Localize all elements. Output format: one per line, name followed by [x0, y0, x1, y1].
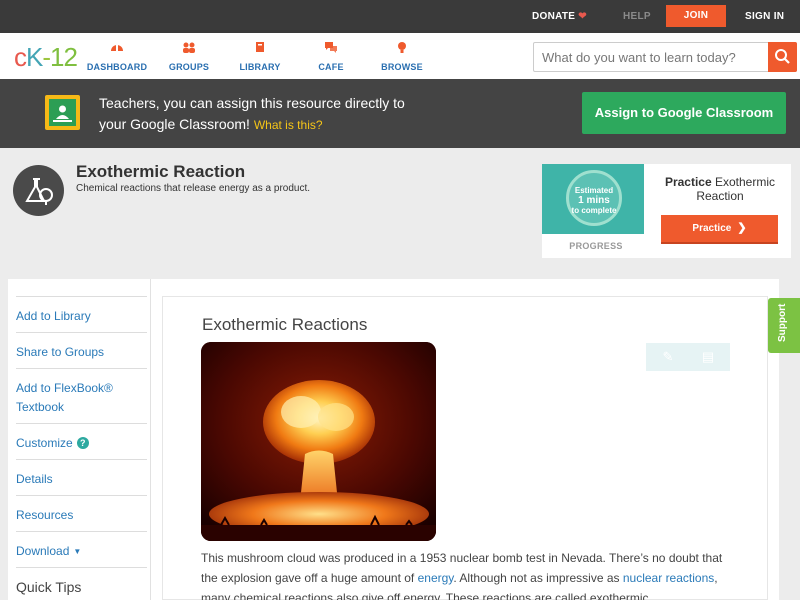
- sidebar-add-to-flexbook[interactable]: Add to FlexBook® Textbook: [16, 368, 147, 417]
- banner-text: Teachers, you can assign this resource d…: [99, 93, 459, 136]
- nav-dashboard-label: DASHBOARD: [86, 62, 148, 72]
- search-button[interactable]: [768, 42, 797, 72]
- practice-title: Practice Exothermic Reaction: [656, 175, 784, 203]
- practice-button-label: Practice: [692, 223, 732, 234]
- customize-label: Customize: [16, 436, 73, 450]
- annotation-toolbar: ✎ ▤: [646, 343, 730, 371]
- time-estimate-badge: Estimated 1 mins to complete: [566, 170, 622, 226]
- ck12-logo[interactable]: cK-12: [14, 42, 78, 73]
- reactions-link[interactable]: reactions: [666, 571, 715, 585]
- sidebar-share-to-groups[interactable]: Share to Groups: [16, 332, 147, 362]
- search-icon: [775, 49, 790, 64]
- logo-12: 12: [50, 42, 78, 72]
- estimate-label: Estimated: [574, 186, 614, 195]
- banner-line-2: your Google Classroom!: [99, 116, 250, 132]
- nav-dashboard[interactable]: DASHBOARD: [82, 41, 152, 75]
- donate-label: DONATE: [532, 11, 576, 22]
- logo-c: c: [14, 42, 27, 72]
- article-title: Exothermic Reactions: [202, 315, 368, 334]
- sidebar-customize[interactable]: Customize?: [16, 423, 147, 453]
- flexbook-label-1: Add to FlexBook®: [16, 381, 113, 395]
- concept-subtitle: Chemical reactions that release energy a…: [76, 183, 311, 194]
- sidebar-details[interactable]: Details: [16, 459, 147, 489]
- body-text-1: This mushroom cloud was produced in a 19…: [201, 551, 699, 565]
- nav-groups[interactable]: GROUPS: [154, 41, 224, 75]
- practice-card: Estimated 1 mins to complete PROGRESS Pr…: [542, 164, 791, 258]
- nav-browse[interactable]: BROWSE: [367, 41, 437, 75]
- practice-thumbnail: Estimated 1 mins to complete: [542, 164, 644, 234]
- nav-library[interactable]: LIBRARY: [225, 41, 295, 75]
- body-text-3: . Although not as impressive as: [453, 571, 623, 585]
- download-label: Download: [16, 544, 70, 558]
- practice-button[interactable]: Practice ❯: [661, 215, 778, 244]
- top-bar: DONATE ❤ HELP JOIN SIGN IN: [0, 0, 800, 33]
- progress-label: PROGRESS: [569, 241, 623, 251]
- dashboard-icon: [111, 45, 123, 51]
- nav-library-label: LIBRARY: [239, 62, 281, 72]
- nav-browse-label: BROWSE: [381, 62, 423, 72]
- google-classroom-icon: [45, 95, 80, 130]
- nav-cafe-label: CAFE: [318, 62, 344, 72]
- flexbook-label-2: Textbook: [16, 400, 65, 414]
- assign-to-google-classroom-button[interactable]: Assign to Google Classroom: [582, 92, 786, 134]
- sidebar-quick-tips[interactable]: Quick Tips: [16, 567, 147, 597]
- chevron-right-icon: ❯: [737, 222, 747, 234]
- nuclear-link[interactable]: nuclear: [623, 571, 662, 585]
- sidebar: Add to Library Share to Groups Add to Fl…: [8, 279, 151, 600]
- chemistry-icon: [13, 165, 64, 216]
- main-nav: cK-12 DASHBOARD GROUPS LIBRARY CAFE BROW…: [0, 33, 800, 79]
- donate-link[interactable]: DONATE ❤: [532, 11, 587, 22]
- search-box: [533, 42, 797, 72]
- sidebar-download[interactable]: Download ▼: [16, 531, 147, 561]
- practice-title-bold: Practice: [664, 175, 712, 189]
- concept-title: Exothermic Reaction: [76, 162, 246, 181]
- join-button[interactable]: JOIN: [666, 5, 726, 27]
- what-is-this-link[interactable]: What is this?: [254, 118, 323, 132]
- nav-cafe[interactable]: CAFE: [296, 41, 366, 75]
- caret-down-icon: ▼: [73, 547, 82, 556]
- help-icon[interactable]: ?: [76, 437, 89, 449]
- banner-line-1: Teachers, you can assign this resource d…: [99, 95, 405, 111]
- heart-icon: ❤: [578, 11, 587, 22]
- sidebar-resources[interactable]: Resources: [16, 495, 147, 525]
- notes-icon[interactable]: ▤: [700, 349, 716, 365]
- support-label: Support: [777, 303, 788, 342]
- estimate-minutes: 1 mins: [578, 195, 610, 206]
- cafe-icon: [325, 42, 337, 53]
- estimate-suffix: to complete: [571, 206, 617, 215]
- library-icon: [256, 42, 264, 52]
- sign-in-link[interactable]: SIGN IN: [745, 11, 784, 22]
- groups-icon: [183, 42, 195, 53]
- mushroom-cloud-image: [201, 342, 436, 541]
- energy-link[interactable]: energy: [418, 571, 454, 585]
- article-body: This mushroom cloud was produced in a 19…: [201, 548, 741, 600]
- support-tab[interactable]: Support: [768, 298, 800, 353]
- sidebar-add-to-library[interactable]: Add to Library: [16, 296, 147, 326]
- logo-dash: -: [42, 42, 51, 72]
- help-link[interactable]: HELP: [623, 11, 651, 22]
- pencil-icon[interactable]: ✎: [660, 349, 676, 365]
- search-input[interactable]: [534, 43, 770, 71]
- logo-k: K: [26, 42, 43, 72]
- browse-icon: [398, 42, 406, 53]
- nav-groups-label: GROUPS: [168, 62, 210, 72]
